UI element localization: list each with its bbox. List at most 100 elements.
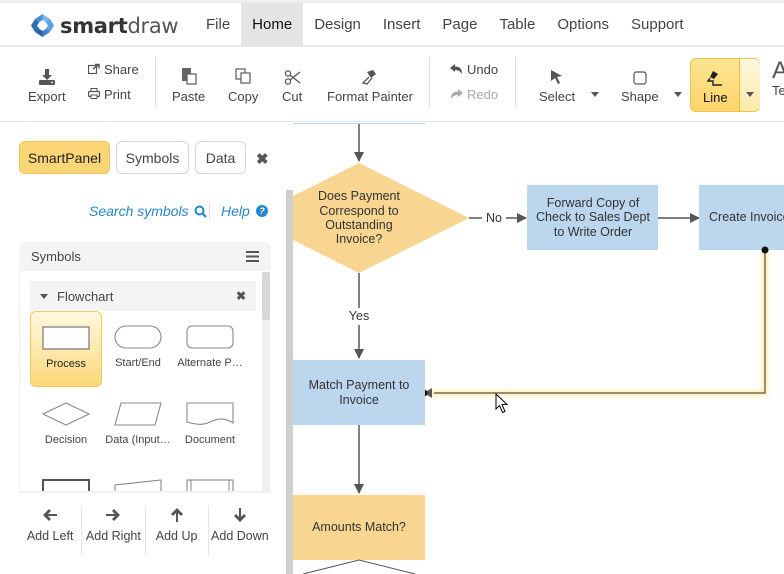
hamburger-menu-icon[interactable] [246,251,259,262]
copy-button[interactable]: Copy [228,65,258,104]
arrow-up-icon [170,506,183,524]
symbol-manual-input[interactable] [102,465,174,491]
undo-label: Undo [467,62,499,77]
menu-support[interactable]: Support [620,3,695,47]
redo-button[interactable]: Redo [450,87,498,102]
add-up-button[interactable]: Add Up [146,506,209,556]
symbol-internal-storage[interactable] [174,465,246,491]
symbol-predefined-process[interactable] [30,465,102,491]
redo-label: Redo [467,87,499,102]
ribbon-divider [429,57,430,107]
line-tool-main[interactable]: Line [703,66,728,105]
square-icon [633,65,647,85]
add-left-button[interactable]: Add Left [19,506,83,556]
print-button[interactable]: Print [87,87,131,102]
logo[interactable]: smartdraw [30,13,179,38]
ribbon-divider [515,57,516,107]
add-down-button[interactable]: Add Down [209,506,271,556]
brand-name-smart: smart [60,13,128,38]
format-painter-button[interactable]: Format Painter [327,65,413,104]
text-a-icon: A [772,57,784,84]
smartdraw-app: smartdraw File Home Design Insert Page T… [0,0,784,574]
brand-name-draw: draw [127,13,179,38]
symbol-data-input[interactable]: Data (Input… [102,388,174,464]
ribbon-toolbar: Export Share Print Paste Copy Cut Format… [0,47,784,122]
add-right-button[interactable]: Add Right [82,506,146,556]
export-button[interactable]: Export [28,65,66,104]
export-label: Export [28,89,66,104]
add-left-label: Add Left [26,529,74,543]
main-menu: File Home Design Insert Page Table Optio… [195,3,695,47]
close-library-icon[interactable]: ✖ [236,289,246,303]
cut-label: Cut [282,89,303,104]
format-painter-label: Format Painter [327,89,413,104]
search-icon [194,205,207,218]
symbol-process[interactable]: Process [30,311,102,387]
format-painter-icon [361,65,379,85]
search-symbols-label: Search symbols [89,203,189,219]
symbol-alternate-process[interactable]: Alternate P… [174,311,246,387]
process-node-top[interactable] [293,123,425,124]
select-tool-button[interactable]: Select [539,65,575,104]
symbol-decision[interactable]: Decision [30,388,102,464]
add-shape-buttons: Add Left Add Right Add Up Add Down [19,506,271,556]
menu-options[interactable]: Options [546,3,620,47]
symbol-document[interactable]: Document [174,388,246,464]
flowchart-library-header[interactable]: Flowchart ✖ [30,281,256,311]
selected-connector-glow [427,250,768,396]
selected-connector[interactable] [434,250,766,394]
data-shape-icon [114,402,162,426]
panel-resize-scrollbar[interactable] [286,190,293,574]
diagram-canvas[interactable]: Does Payment Correspond to Outstanding I… [293,123,784,574]
copy-icon [235,65,252,85]
process-shape-icon [42,326,90,350]
tab-symbols[interactable]: Symbols [116,141,189,174]
help-link[interactable]: Help ? [221,203,268,219]
tab-smartpanel[interactable]: SmartPanel [19,141,110,174]
line-label: Line [703,90,728,105]
cut-button[interactable]: Cut [282,65,302,104]
internal-storage-shape-icon [186,479,234,491]
menu-table[interactable]: Table [488,3,546,47]
search-symbols-link[interactable]: Search symbols [89,203,207,219]
select-label: Select [539,89,576,104]
symbols-header: Symbols [19,242,271,271]
arrow-down-icon [233,506,246,524]
collapse-triangle-icon[interactable] [40,293,48,299]
process-text-create-invoice: Create Invoice Order [709,185,784,250]
line-dropdown-arrow[interactable] [746,92,754,97]
next-decision-outline[interactable] [302,559,416,574]
paste-button[interactable]: Paste [172,65,205,104]
decision-text-amounts: Amounts Match? [312,520,406,535]
menu-bar: smartdraw File Home Design Insert Page T… [0,0,784,47]
symbol-start-end[interactable]: Start/End [102,311,174,387]
share-icon [87,62,100,77]
share-button[interactable]: Share [87,62,139,77]
select-dropdown-arrow[interactable] [591,92,599,97]
text-tool-button[interactable]: A Te [772,57,784,99]
menu-file[interactable]: File [195,3,241,47]
menu-insert[interactable]: Insert [372,3,432,47]
add-down-label: Add Down [211,529,269,543]
line-tool-button[interactable]: Line [690,58,760,112]
symbol-label: Start/End [115,357,161,369]
menu-design[interactable]: Design [303,3,372,47]
text-label: Te [772,83,784,98]
tab-data[interactable]: Data [195,141,246,174]
menu-page[interactable]: Page [431,3,488,47]
help-label: Help [221,203,250,219]
symbols-scrollbar-thumb[interactable] [262,272,270,320]
shape-tool-button[interactable]: Shape [621,65,659,104]
print-label: Print [104,87,131,102]
line-dropdown[interactable] [740,59,760,111]
symbols-footer [19,491,271,493]
close-panel-icon[interactable]: ✖ [256,150,269,168]
undo-button[interactable]: Undo [450,62,498,77]
link-divider [209,202,210,220]
connector-label-no: No [486,210,502,225]
symbols-library: Flowchart ✖ Process Start/End Alternate … [19,271,271,491]
menu-home[interactable]: Home [241,3,304,47]
shape-dropdown-arrow[interactable] [674,92,682,97]
alternate-process-shape-icon [186,325,234,349]
predefined-process-shape-icon [42,479,90,491]
